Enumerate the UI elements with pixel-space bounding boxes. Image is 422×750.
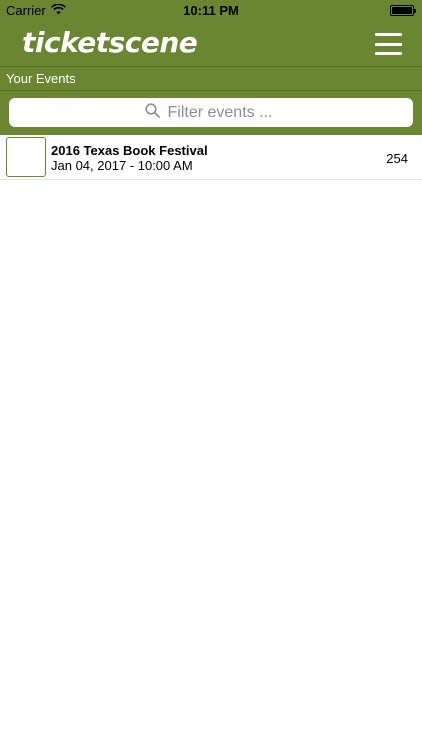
search-field[interactable] [9,98,413,127]
app-logo: ticketscene [22,26,198,59]
menu-line [375,52,402,55]
app-screen: Carrier 10:11 PM ticketscene Your Events [0,0,422,750]
search-input[interactable] [167,103,278,122]
hamburger-menu-icon[interactable] [375,33,402,55]
section-title: Your Events [0,66,422,91]
event-date: Jan 04, 2017 - 10:00 AM [51,158,193,173]
event-thumbnail [6,137,46,177]
event-count: 254 [386,151,408,166]
status-time: 10:11 PM [183,3,239,18]
battery-level [392,7,412,14]
search-bar [0,91,422,135]
menu-line [375,42,402,46]
search-icon [144,102,160,123]
menu-line [375,33,402,36]
battery-icon [390,5,416,16]
event-title: 2016 Texas Book Festival [51,143,208,158]
event-list: 2016 Texas Book Festival Jan 04, 2017 - … [0,135,422,180]
status-bar: Carrier 10:11 PM [0,0,422,22]
event-row[interactable]: 2016 Texas Book Festival Jan 04, 2017 - … [0,135,422,180]
nav-bar: ticketscene [0,22,422,66]
